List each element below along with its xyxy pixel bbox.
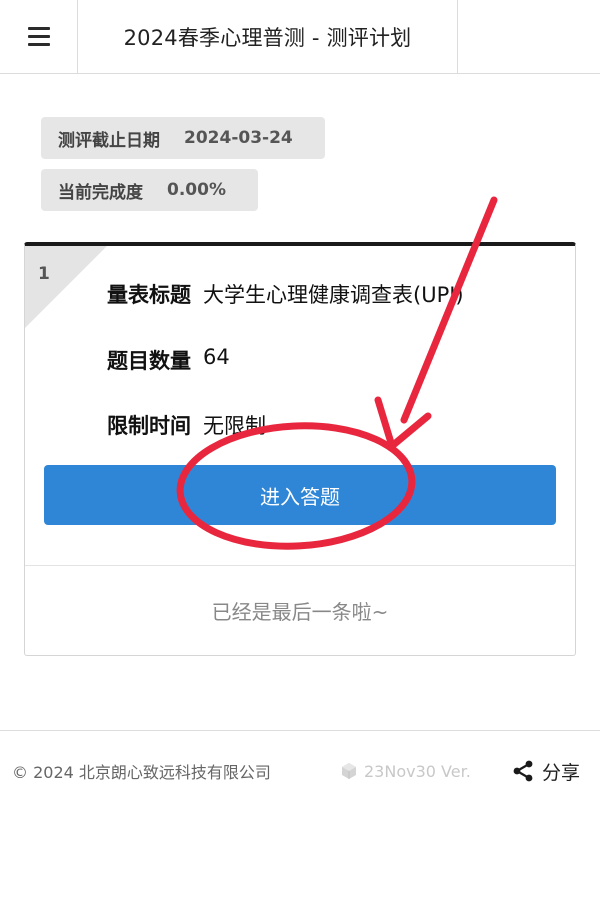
page-title: 2024春季心理普测 - 测评计划 — [78, 0, 458, 73]
version-info: 23Nov30 Ver. — [340, 762, 471, 781]
card-index-corner — [25, 246, 107, 328]
question-count-value: 64 — [203, 345, 230, 369]
time-limit-label: 限制时间 — [107, 414, 191, 438]
top-bar: 2024春季心理普测 - 测评计划 — [0, 0, 600, 74]
time-limit-value: 无限制 — [203, 414, 266, 438]
scale-title-row: 量表标题 大学生心理健康调查表(UPI) — [107, 279, 464, 309]
progress-badge: 当前完成度 0.00% — [41, 169, 258, 211]
footer-divider — [0, 730, 600, 731]
card-index: 1 — [38, 264, 50, 284]
deadline-label: 测评截止日期 — [58, 130, 160, 151]
scale-title-label: 量表标题 — [107, 283, 191, 307]
card-divider — [25, 565, 575, 566]
header-right-cell — [458, 0, 600, 73]
deadline-value: 2024-03-24 — [184, 128, 293, 148]
question-count-label: 题目数量 — [107, 349, 191, 373]
cube-icon — [342, 763, 356, 779]
hamburger-menu-icon[interactable] — [0, 0, 78, 73]
share-icon — [513, 760, 533, 782]
progress-label: 当前完成度 — [58, 182, 143, 203]
scale-title-value: 大学生心理健康调查表(UPI) — [203, 283, 464, 307]
share-button[interactable]: 分享 — [512, 758, 580, 785]
deadline-badge: 测评截止日期 2024-03-24 — [41, 117, 325, 159]
progress-value: 0.00% — [167, 180, 226, 200]
question-count-row: 题目数量 64 — [107, 345, 230, 375]
share-label: 分享 — [542, 761, 581, 784]
assessment-card: 1 量表标题 大学生心理健康调查表(UPI) 题目数量 64 限制时间 无限制 … — [24, 242, 576, 656]
time-limit-row: 限制时间 无限制 — [107, 410, 266, 440]
enter-answer-button[interactable]: 进入答题 — [44, 465, 556, 525]
version-text: 23Nov30 Ver. — [364, 761, 471, 781]
footer: © 2024 北京朗心致远科技有限公司 23Nov30 Ver. 分享 — [0, 756, 600, 786]
list-end-text: 已经是最后一条啦~ — [211, 600, 389, 624]
copyright-text: © 2024 北京朗心致远科技有限公司 — [12, 763, 271, 782]
